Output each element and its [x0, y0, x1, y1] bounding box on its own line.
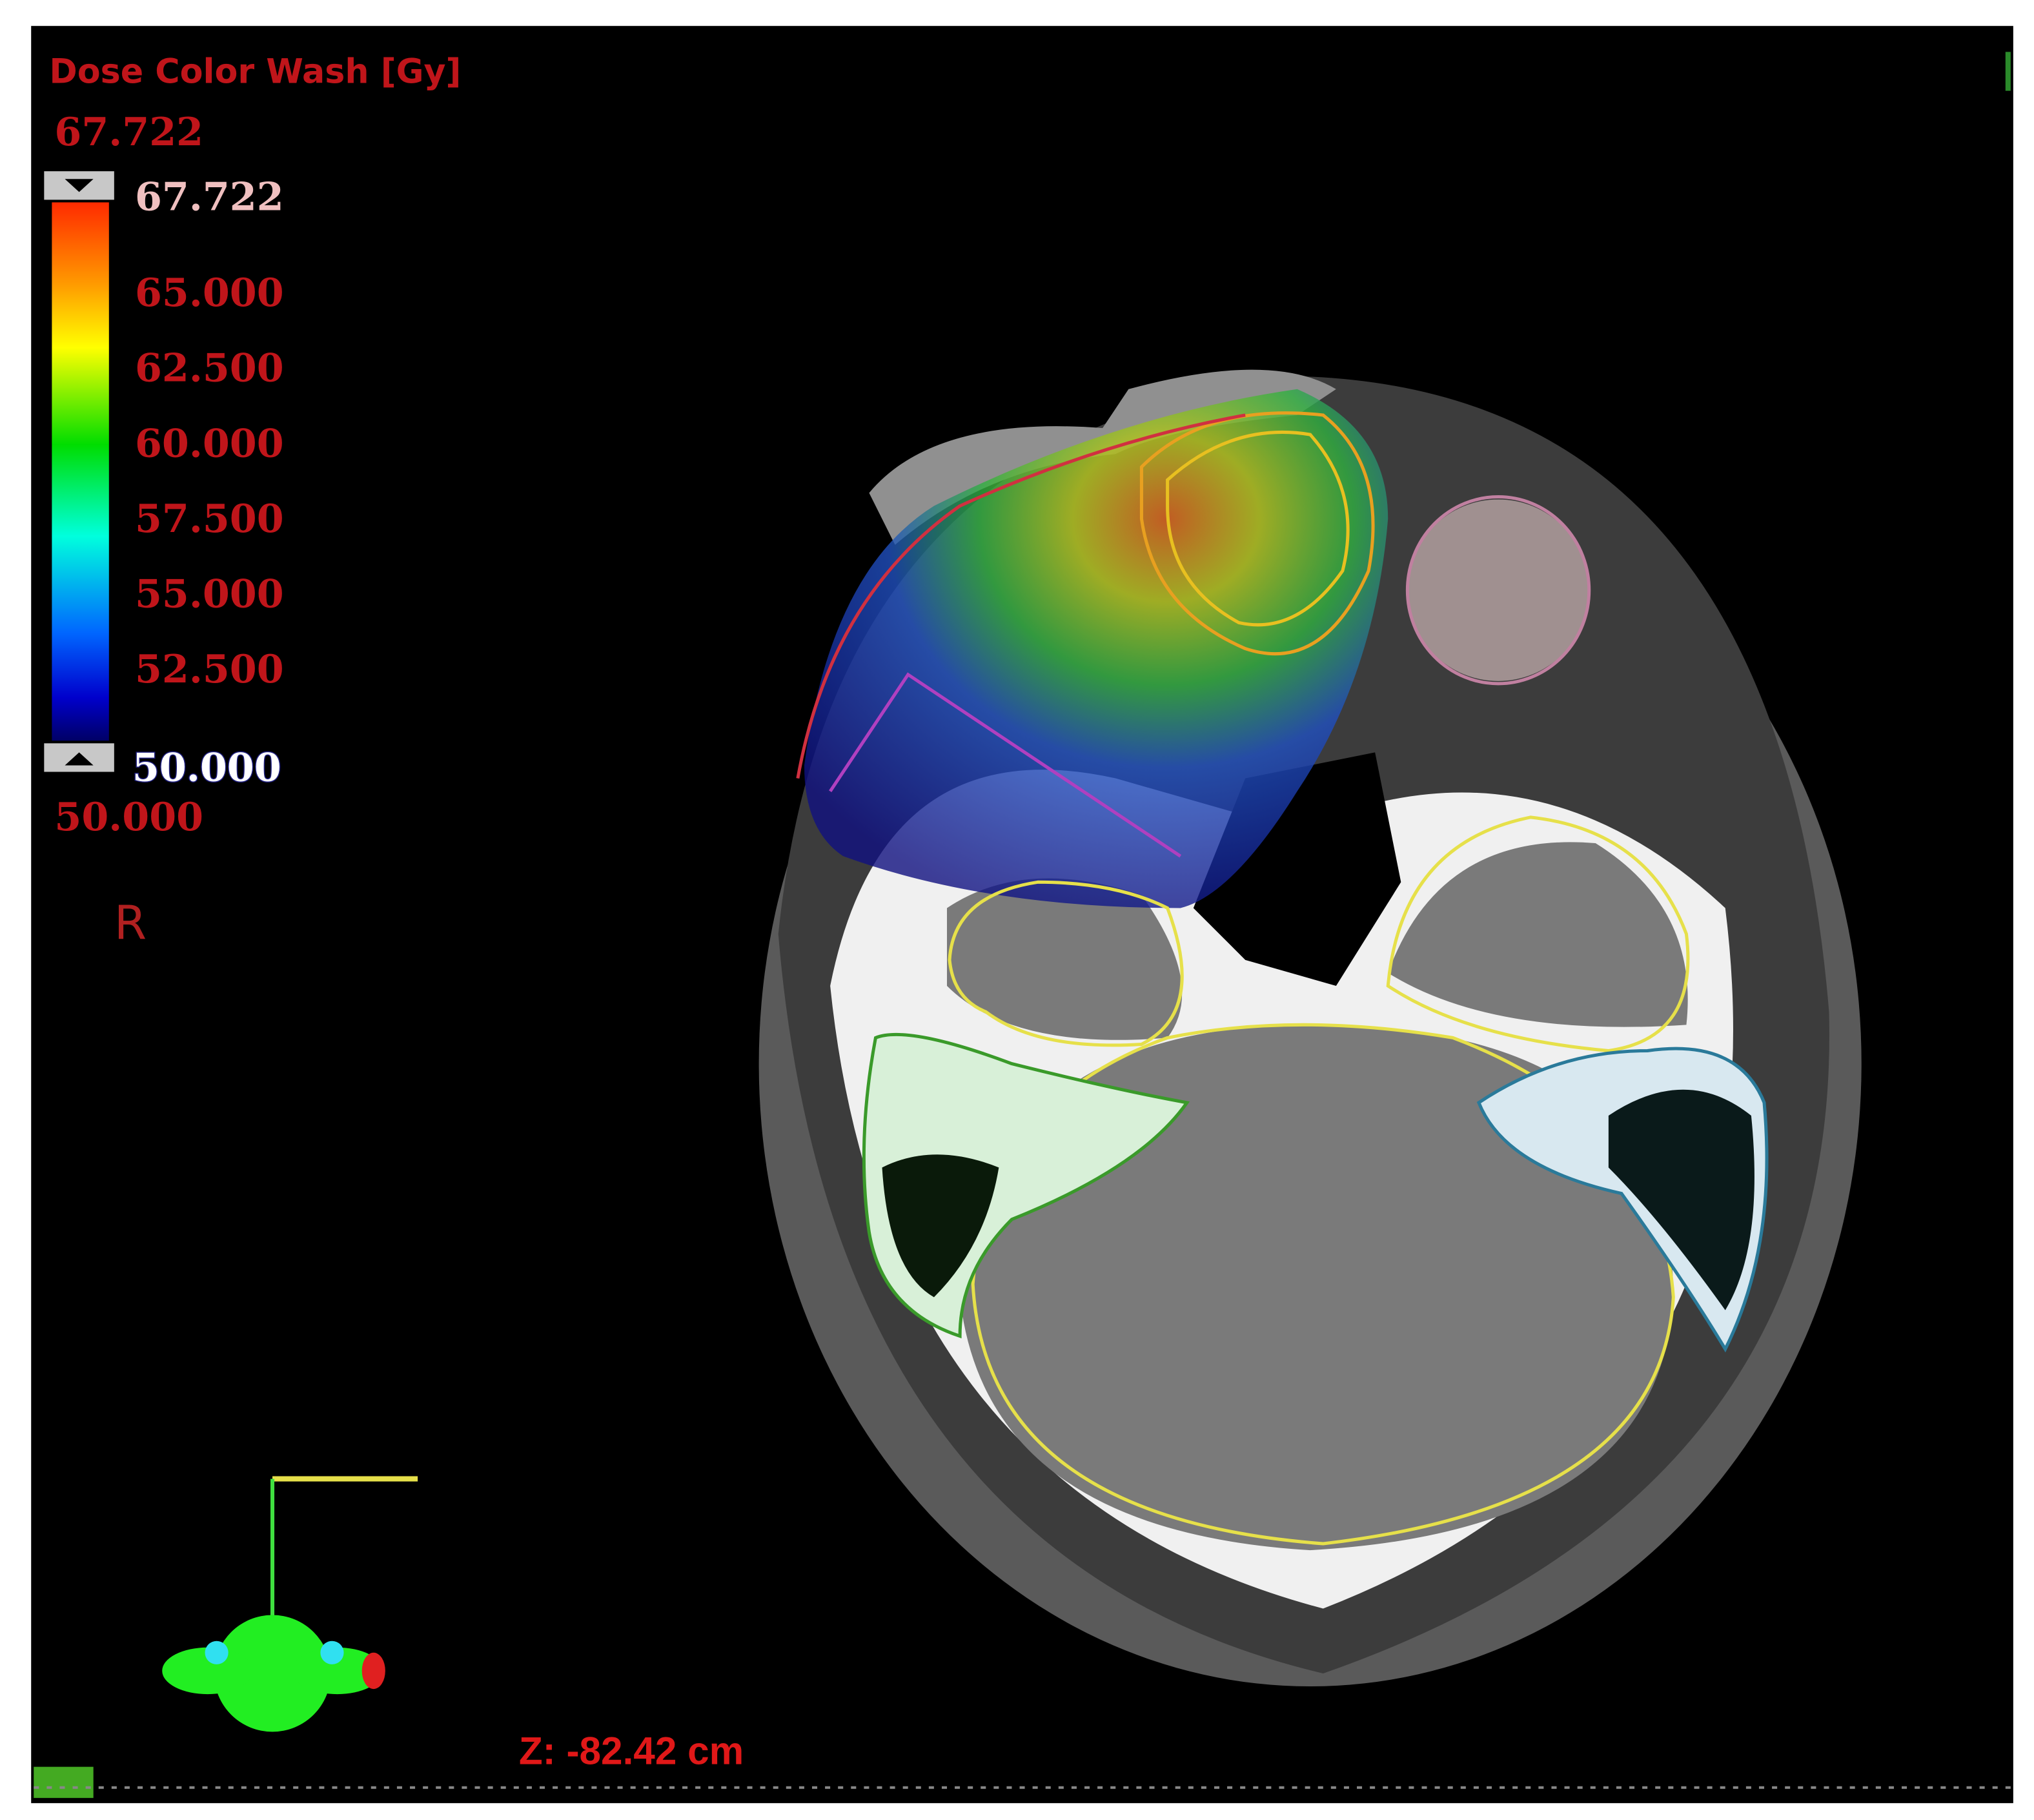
orientation-label: R [114, 897, 147, 951]
dose-colorbar [52, 202, 109, 741]
lower-threshold-value[interactable]: 50.000 [131, 744, 282, 792]
status-indicator [34, 1766, 94, 1798]
legend-max-value: 67.722 [54, 109, 203, 155]
corner-marker [2005, 52, 2011, 91]
slice-position: Z: -82.42 cm [519, 1729, 744, 1773]
upper-threshold-value[interactable]: 67.722 [135, 174, 284, 220]
legend-tick: 60.000 [135, 420, 284, 466]
legend-tick: 65.000 [135, 270, 284, 316]
legend-min-value: 50.000 [54, 794, 203, 840]
legend-tick: 57.500 [135, 496, 284, 542]
legend-tick: 55.000 [135, 571, 284, 617]
legend-tick: 52.500 [135, 646, 284, 692]
ct-viewer[interactable]: Dose Color Wash [Gy] 67.722 67.722 65.00… [0, 0, 2034, 1820]
legend-title: Dose Color Wash [Gy] [49, 53, 461, 92]
legend-tick: 62.500 [135, 345, 284, 391]
